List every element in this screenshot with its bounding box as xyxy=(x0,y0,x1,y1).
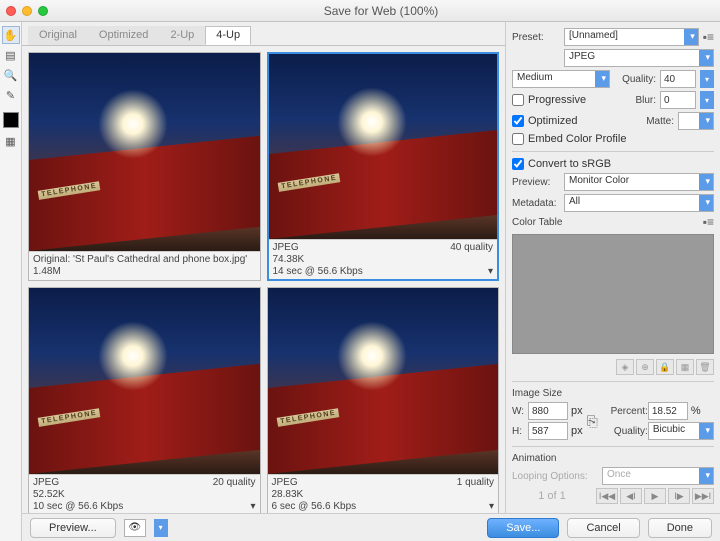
animation-frame-indicator: 1 of 1 xyxy=(512,490,592,502)
matte-select[interactable] xyxy=(678,112,714,130)
preview-profile-select[interactable]: Monitor Color xyxy=(564,173,714,191)
close-window-icon[interactable] xyxy=(6,6,16,16)
preset-label: Preset: xyxy=(512,32,560,43)
preview-cell-jpeg-40[interactable]: TELEPHONE JPEG40 quality 74.38K 14 sec @… xyxy=(267,52,500,281)
matte-label: Matte: xyxy=(636,116,674,127)
preview-button[interactable]: Preview... xyxy=(30,518,116,538)
preview-cell-original[interactable]: TELEPHONE Original: 'St Paul's Cathedral… xyxy=(28,52,261,281)
panel-menu-icon[interactable]: ▾ xyxy=(250,501,255,512)
width-input[interactable] xyxy=(528,402,568,420)
divider xyxy=(512,381,714,382)
preview-image: TELEPHONE xyxy=(29,53,260,251)
minimize-window-icon[interactable] xyxy=(22,6,32,16)
metadata-label: Metadata: xyxy=(512,198,560,209)
content: ✋ ▤ 🔍 ✎ ▦ Original Optimized 2-Up 4-Up T… xyxy=(0,22,720,541)
save-button[interactable]: Save... xyxy=(487,518,559,538)
titlebar: Save for Web (100%) xyxy=(0,0,720,22)
embed-profile-checkbox[interactable]: Embed Color Profile xyxy=(512,133,626,145)
anim-prev-icon: ◀I xyxy=(620,488,642,504)
convert-srgb-checkbox[interactable]: Convert to sRGB xyxy=(512,158,611,170)
panel-menu-icon[interactable]: ▾ xyxy=(488,266,493,277)
view-tabs: Original Optimized 2-Up 4-Up xyxy=(22,26,505,46)
footer: Preview... 👁 ▾ Save... Cancel Done xyxy=(22,513,720,541)
eyedropper-tool[interactable]: ✎ xyxy=(2,86,20,104)
optimized-checkbox[interactable]: Optimized xyxy=(512,115,578,127)
resample-quality-select[interactable]: Bicubic xyxy=(648,422,714,440)
preset-menu-icon[interactable]: ▪≡ xyxy=(703,30,714,44)
slice-select-tool[interactable]: ▤ xyxy=(2,46,20,64)
settings-panel: Preset: [Unnamed] ▪≡ JPEG Medium Quality… xyxy=(505,22,720,541)
percent-label: Percent: xyxy=(602,406,648,417)
tab-4up[interactable]: 4-Up xyxy=(205,26,251,45)
toggle-slices-visibility[interactable]: ▦ xyxy=(2,134,20,148)
preview-area: Original Optimized 2-Up 4-Up TELEPHONE O… xyxy=(22,22,505,541)
metadata-select[interactable]: All xyxy=(564,194,714,212)
anim-last-icon: ▶▶I xyxy=(692,488,714,504)
blur-stepper[interactable]: ▾ xyxy=(700,91,714,109)
format-select[interactable]: JPEG xyxy=(564,49,714,67)
preview-image: TELEPHONE xyxy=(268,288,499,475)
zoom-tool[interactable]: 🔍 xyxy=(2,66,20,84)
looping-label: Looping Options: xyxy=(512,471,598,482)
hand-tool[interactable]: ✋ xyxy=(2,26,20,44)
progressive-checkbox[interactable]: Progressive xyxy=(512,94,586,106)
preview-browser-menu[interactable]: ▾ xyxy=(154,519,168,537)
tab-original[interactable]: Original xyxy=(28,26,88,45)
link-wh-icon[interactable]: ⎘ xyxy=(587,413,598,430)
quality-input[interactable] xyxy=(660,70,696,88)
preview-grid: TELEPHONE Original: 'St Paul's Cathedral… xyxy=(22,46,505,521)
quality-preset-select[interactable]: Medium xyxy=(512,70,610,88)
ct-add-icon[interactable]: ⊕ xyxy=(636,359,654,375)
anim-first-icon: I◀◀ xyxy=(596,488,618,504)
ct-lock-icon[interactable]: 🔒 xyxy=(656,359,674,375)
resample-quality-label: Quality: xyxy=(602,426,648,437)
zoom-window-icon[interactable] xyxy=(38,6,48,16)
ct-eyedropper-icon[interactable]: ◈ xyxy=(616,359,634,375)
color-table-menu-icon[interactable]: ▪≡ xyxy=(703,215,714,229)
divider xyxy=(512,151,714,152)
panel-menu-icon[interactable]: ▾ xyxy=(489,501,494,512)
done-button[interactable]: Done xyxy=(648,518,712,538)
color-table[interactable] xyxy=(512,234,714,354)
blur-input[interactable] xyxy=(660,91,696,109)
height-input[interactable] xyxy=(528,422,568,440)
tool-palette: ✋ ▤ 🔍 ✎ ▦ xyxy=(0,22,22,541)
divider xyxy=(512,446,714,447)
ct-new-icon[interactable]: ▦ xyxy=(676,359,694,375)
window-title: Save for Web (100%) xyxy=(48,4,714,18)
ct-trash-icon[interactable]: 🗑 xyxy=(696,359,714,375)
preview-profile-label: Preview: xyxy=(512,177,560,188)
preview-in-browser-icon[interactable]: 👁 xyxy=(124,519,146,537)
quality-stepper[interactable]: ▾ xyxy=(700,70,714,88)
preset-select[interactable]: [Unnamed] xyxy=(564,28,699,46)
preview-meta: Original: 'St Paul's Cathedral and phone… xyxy=(29,251,260,280)
preview-cell-jpeg-1[interactable]: TELEPHONE JPEG1 quality 28.83K 6 sec @ 5… xyxy=(267,287,500,516)
preview-cell-jpeg-20[interactable]: TELEPHONE JPEG20 quality 52.52K 10 sec @… xyxy=(28,287,261,516)
animation-title: Animation xyxy=(512,453,714,464)
preview-image: TELEPHONE xyxy=(269,54,498,239)
cancel-button[interactable]: Cancel xyxy=(567,518,639,538)
animation-nav: I◀◀ ◀I ▶ I▶ ▶▶I xyxy=(596,488,714,504)
window-controls xyxy=(6,6,48,16)
anim-play-icon: ▶ xyxy=(644,488,666,504)
quality-label: Quality: xyxy=(618,74,656,85)
preview-meta: JPEG40 quality 74.38K 14 sec @ 56.6 Kbps… xyxy=(269,239,498,279)
anim-next-icon: I▶ xyxy=(668,488,690,504)
meta-size: 1.48M xyxy=(33,266,61,277)
looping-select: Once xyxy=(602,467,714,485)
color-table-tools: ◈ ⊕ 🔒 ▦ 🗑 xyxy=(512,359,714,375)
blur-label: Blur: xyxy=(618,95,656,106)
preview-meta: JPEG20 quality 52.52K 10 sec @ 56.6 Kbps… xyxy=(29,474,260,514)
width-label: W: xyxy=(512,406,528,417)
image-size-title: Image Size xyxy=(512,388,714,399)
color-table-label: Color Table xyxy=(512,217,562,228)
preview-meta: JPEG1 quality 28.83K 6 sec @ 56.6 Kbps▾ xyxy=(268,474,499,514)
height-label: H: xyxy=(512,426,528,437)
meta-filename: Original: 'St Paul's Cathedral and phone… xyxy=(33,254,247,265)
tab-optimized[interactable]: Optimized xyxy=(88,26,160,45)
tab-2up[interactable]: 2-Up xyxy=(159,26,205,45)
percent-input[interactable] xyxy=(648,402,688,420)
eyedropper-color-swatch[interactable] xyxy=(3,112,19,128)
preview-image: TELEPHONE xyxy=(29,288,260,475)
